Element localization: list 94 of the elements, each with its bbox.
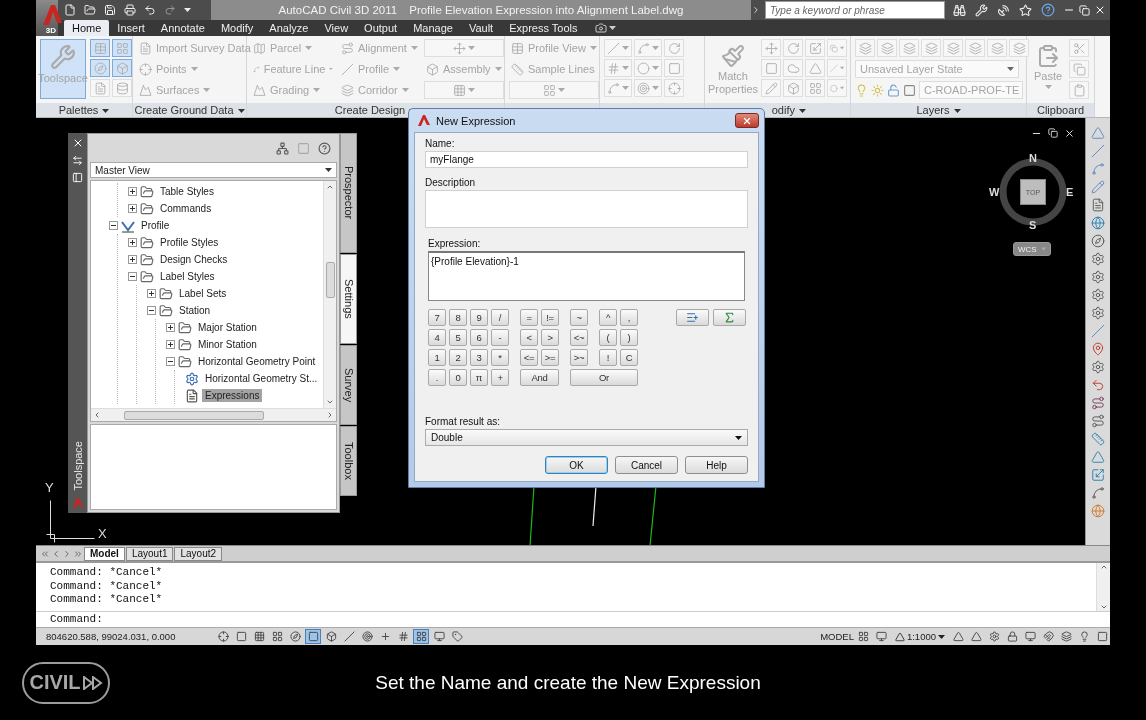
layout-tab[interactable]: Model (84, 546, 125, 561)
axis-label: X (98, 526, 107, 541)
ribbon-tab[interactable]: Annotate (152, 20, 213, 36)
keypad-key[interactable]: ( (599, 329, 617, 346)
keypad-key[interactable]: - (491, 329, 509, 346)
keypad-key[interactable]: < (520, 329, 538, 346)
dialog-button[interactable]: Help (685, 456, 748, 474)
keypad-key[interactable]: * (491, 349, 509, 366)
ribbon-tab[interactable]: Modify (212, 20, 262, 36)
keypad-key[interactable]: Or (570, 369, 638, 386)
field-label: Expression: (428, 238, 482, 249)
tree-item[interactable]: Station (176, 304, 214, 317)
tree-item[interactable]: Minor Station (195, 338, 260, 351)
palette-tab[interactable]: Toolbox (340, 426, 357, 496)
ribbon-tab[interactable]: Vault (460, 20, 502, 36)
field-label: Name: (425, 138, 456, 149)
expression-field[interactable]: {Profile Elevation}-1 (428, 251, 745, 301)
command-history-line: Command: *Cancel* (50, 579, 164, 592)
document-title: Profile Elevation Expression into Alignment Label.dwg (409, 4, 684, 16)
keypad-key[interactable]: 5 (449, 329, 467, 346)
keypad-key[interactable]: 9 (470, 309, 488, 326)
keypad-key[interactable]: / (491, 309, 509, 326)
format-dropdown[interactable]: Double (425, 429, 748, 446)
model-space-label[interactable]: MODEL (820, 631, 854, 642)
keypad-key[interactable]: != (541, 309, 559, 326)
command-history-line: Command: *Cancel* (50, 566, 164, 579)
tree-item[interactable]: Expressions (202, 389, 263, 402)
compass-direction: N (1029, 152, 1037, 164)
tree-item[interactable]: Horizontal Geometry Point (195, 355, 319, 368)
keypad-key[interactable]: π (470, 369, 488, 386)
tree-item[interactable]: Horizontal Geometry St... (202, 372, 321, 385)
compass-direction: W (989, 186, 1000, 198)
keypad-key[interactable]: 3 (470, 349, 488, 366)
compass-direction: E (1066, 186, 1074, 198)
palette-title: Toolspace (71, 441, 84, 491)
keypad-key[interactable]: >~ (570, 349, 588, 366)
tree-item[interactable]: Profile (138, 219, 173, 232)
ribbon-tab[interactable]: View (316, 20, 357, 36)
keypad-key[interactable]: + (491, 369, 509, 386)
keypad-key[interactable]: C (620, 349, 638, 366)
tree-item[interactable]: Profile Styles (157, 236, 222, 249)
palette-tab[interactable]: Prospector (340, 133, 357, 253)
tree-item[interactable]: Design Checks (157, 253, 231, 266)
keypad-key[interactable]: 7 (428, 309, 446, 326)
keypad-key[interactable]: ^ (599, 309, 617, 326)
keypad-key[interactable]: <= (520, 349, 538, 366)
dialog-title: New Expression (436, 114, 516, 127)
tree-item[interactable]: Major Station (195, 321, 260, 334)
ribbon-tab[interactable]: Manage (405, 20, 461, 36)
ribbon-tab[interactable]: Analyze (261, 20, 317, 36)
ribbon-tab[interactable]: Output (356, 20, 406, 36)
tree-item[interactable]: Label Styles (157, 270, 218, 283)
layout-tab[interactable]: Layout2 (174, 546, 223, 561)
ribbon-tab[interactable]: Insert (109, 20, 153, 36)
command-prompt[interactable]: Command: (50, 613, 103, 626)
tree-item[interactable]: Commands (157, 202, 215, 215)
field-label: Format result as: (425, 416, 502, 427)
keypad-key[interactable]: 0 (449, 369, 467, 386)
palette-tab[interactable]: Survey (340, 345, 357, 425)
tree-item[interactable]: Table Styles (157, 185, 217, 198)
keypad-key[interactable]: 1 (428, 349, 446, 366)
dialog-button[interactable]: Cancel (615, 456, 678, 474)
logo-text: CIVIL (29, 671, 81, 694)
annotation-scale-button[interactable]: 1:1000 (891, 631, 948, 642)
ribbon-tab[interactable]: Home (64, 20, 110, 36)
keypad-key[interactable]: ) (620, 329, 638, 346)
keypad-key[interactable]: >= (541, 349, 559, 366)
palette-tab[interactable]: Settings (340, 254, 357, 344)
dialog-button[interactable]: OK (545, 456, 608, 474)
subtitle: Set the Name and create the New Expression (375, 671, 761, 694)
search-field[interactable]: Type a keyword or phrase (765, 1, 945, 19)
keypad-key[interactable]: <~ (570, 329, 588, 346)
layout-tab[interactable]: Layout1 (125, 546, 174, 561)
command-history-line: Command: *Cancel* (50, 593, 164, 606)
keypad-key[interactable]: = (520, 309, 538, 326)
window-title: AutoCAD Civil 3D 2011 (278, 4, 398, 16)
keypad-key[interactable]: > (541, 329, 559, 346)
keypad-key[interactable]: ~ (570, 309, 588, 326)
tree-item[interactable]: Label Sets (176, 287, 230, 300)
keypad-key[interactable]: . (428, 369, 446, 386)
name-field[interactable]: myFlange (425, 151, 748, 168)
compass-direction: S (1029, 219, 1037, 231)
axis-label: Y (45, 480, 54, 495)
field-label: Description (425, 177, 477, 188)
coordinates-readout: 804620.588, 99024.031, 0.000 (46, 631, 177, 642)
keypad-key[interactable]: 8 (449, 309, 467, 326)
view-dropdown[interactable]: Master View (90, 162, 337, 178)
keypad-key[interactable]: 6 (470, 329, 488, 346)
keypad-key[interactable]: 4 (428, 329, 446, 346)
keypad-key[interactable]: 2 (449, 349, 467, 366)
keypad-key[interactable]: , (620, 309, 638, 326)
keypad-key[interactable]: ! (599, 349, 617, 366)
keypad-key[interactable]: And (520, 369, 559, 386)
ribbon-tab[interactable]: Express Tools (501, 20, 586, 36)
